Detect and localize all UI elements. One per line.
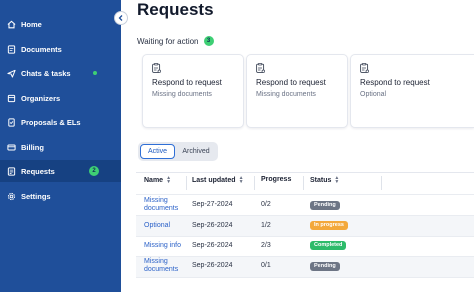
sidebar-item-organizers[interactable]: Organizers [0,87,121,109]
row-divider [136,277,474,278]
request-form-icon [256,63,265,73]
requests-icon [6,166,16,176]
progress-cell: 0/2 [261,201,271,208]
sidebar-item-label: Proposals & ELs [21,117,81,127]
request-form-icon [152,63,161,73]
proposal-icon [6,117,16,127]
column-header-name[interactable]: Name ▲ ▼ [144,175,172,185]
sidebar-item-requests[interactable]: Requests 2 [0,160,121,182]
gear-icon [6,191,16,201]
sidebar-item-label: Home [21,19,42,29]
request-card[interactable]: Respond to request Missing documents [142,54,244,128]
column-divider [186,176,187,190]
request-name-link[interactable]: Missing documents [144,258,192,274]
header-label: Progress [261,176,292,183]
home-icon [6,19,16,29]
unread-dot [93,71,97,75]
requests-table [136,172,474,173]
sort-icon: ▲ ▼ [238,175,244,185]
sidebar-item-chats-tasks[interactable]: Chats & tasks [0,62,121,84]
sidebar-item-label: Settings [21,191,51,201]
tab-active[interactable]: Active [140,144,175,159]
sort-icon: ▲ ▼ [334,175,340,185]
column-divider [381,176,382,190]
sidebar-item-label: Chats & tasks [21,68,71,78]
waiting-for-action-heading: Waiting for action 3 [137,36,214,46]
header-label: Last updated [192,176,236,184]
tab-switcher: Active Archived [138,142,218,161]
waiting-count-badge: 3 [203,36,214,46]
request-card[interactable]: Respond to request Missing documents [246,54,348,128]
sidebar-item-label: Requests [21,166,55,176]
sidebar: Home Documents Chats & tasks Organizers … [0,0,121,292]
chevron-left-icon [118,15,123,21]
request-name-link[interactable]: Missing info [144,242,192,250]
collapse-sidebar-button[interactable] [114,11,128,25]
last-updated-cell: Sep-26-2024 [192,242,233,249]
column-divider [254,176,255,190]
document-icon [6,44,16,54]
last-updated-cell: Sep-26-2024 [192,262,233,269]
sidebar-item-settings[interactable]: Settings [0,185,121,207]
card-subtitle: Missing documents [152,91,212,98]
organizer-icon [6,93,16,103]
status-badge: In progress [310,221,348,230]
card-title: Respond to request [256,78,326,87]
requests-count-badge: 2 [89,166,99,176]
waiting-label: Waiting for action [137,36,199,46]
sidebar-item-home[interactable]: Home [0,13,121,35]
sidebar-item-billing[interactable]: Billing [0,136,121,158]
billing-icon [6,142,16,152]
card-subtitle: Missing documents [256,91,316,98]
column-header-status[interactable]: Status ▲ ▼ [310,175,340,185]
send-icon [6,68,16,78]
page-title: Requests [137,0,214,19]
column-header-progress: Progress [261,176,291,183]
sidebar-item-label: Billing [21,142,44,152]
header-label: Name [144,176,164,184]
progress-cell: 1/2 [261,222,271,229]
column-header-last-updated[interactable]: Last updated ▲ ▼ [192,175,244,185]
sidebar-item-label: Documents [21,44,62,54]
sidebar-item-documents[interactable]: Documents [0,38,121,60]
sort-icon: ▲ ▼ [166,175,172,185]
card-title: Respond to request [152,78,222,87]
last-updated-cell: Sep-26-2024 [192,222,233,229]
request-name-link[interactable]: Missing documents [144,197,192,213]
tab-archived[interactable]: Archived [176,144,216,159]
request-card[interactable]: Respond to request Optional [350,54,474,128]
card-subtitle: Optional [360,91,387,98]
request-form-icon [360,63,369,73]
status-badge: Pending [310,262,340,271]
progress-cell: 0/1 [261,262,271,269]
sidebar-item-proposals[interactable]: Proposals & ELs [0,111,121,133]
progress-cell: 2/3 [261,242,271,249]
card-title: Respond to request [360,78,430,87]
status-badge: Pending [310,201,340,210]
request-name-link[interactable]: Optional [144,222,192,230]
sidebar-item-label: Organizers [21,93,61,103]
status-badge: Completed [310,241,347,250]
header-label: Status [310,176,332,184]
last-updated-cell: Sep-27-2024 [192,201,233,208]
column-divider [303,176,304,190]
